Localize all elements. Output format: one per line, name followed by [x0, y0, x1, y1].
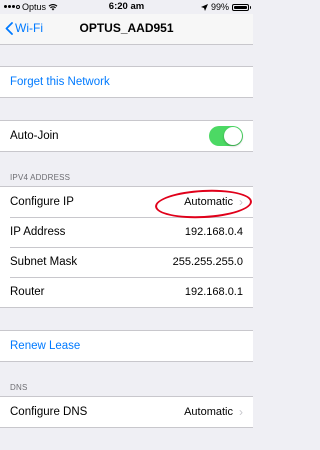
configure-dns-value: Automatic: [184, 406, 233, 418]
configure-ip-row[interactable]: Configure IP Automatic ›: [0, 187, 253, 217]
navigation-bar: Wi-Fi OPTUS_AAD951: [0, 14, 253, 45]
forget-group: Forget this Network: [0, 66, 253, 98]
configure-ip-label: Configure IP: [10, 196, 74, 208]
router-label: Router: [10, 286, 45, 298]
status-right: 99%: [200, 2, 251, 12]
page-title: OPTUS_AAD951: [79, 21, 174, 35]
chevron-right-icon: ›: [239, 195, 243, 209]
configure-dns-label: Configure DNS: [10, 406, 88, 418]
chevron-right-icon: ›: [239, 405, 243, 419]
subnet-mask-row: Subnet Mask 255.255.255.0: [0, 247, 253, 277]
dns-section-header: DNS: [10, 383, 28, 392]
configure-ip-value: Automatic: [184, 196, 233, 208]
forget-network-row[interactable]: Forget this Network: [0, 67, 253, 97]
subnet-mask-value: 255.255.255.0: [172, 256, 243, 268]
forget-network-button[interactable]: Forget this Network: [10, 76, 110, 88]
auto-join-row: Auto-Join: [0, 121, 253, 151]
status-bar: Optus 6:20 am 99%: [0, 0, 253, 14]
subnet-mask-label: Subnet Mask: [10, 256, 78, 268]
location-arrow-icon: [200, 3, 208, 11]
battery-icon: [232, 3, 251, 11]
dns-group: Configure DNS Automatic ›: [0, 396, 253, 428]
ip-address-row: IP Address 192.168.0.4: [0, 217, 253, 247]
router-value: 192.168.0.1: [184, 286, 243, 298]
toggle-knob: [224, 127, 242, 145]
battery-percent: 99%: [210, 2, 229, 12]
router-row: Router 192.168.0.1: [0, 277, 253, 307]
auto-join-toggle[interactable]: [209, 126, 243, 146]
ipv4-section-header: IPV4 ADDRESS: [10, 173, 71, 182]
ip-address-label: IP Address: [10, 226, 66, 238]
ipv4-group: Configure IP Automatic › IP Address 192.…: [0, 186, 253, 308]
ip-address-value: 192.168.0.4: [184, 226, 243, 238]
auto-join-group: Auto-Join: [0, 120, 253, 152]
renew-lease-group: Renew Lease: [0, 330, 253, 362]
configure-dns-row[interactable]: Configure DNS Automatic ›: [0, 397, 253, 427]
auto-join-label: Auto-Join: [10, 130, 59, 142]
renew-lease-row[interactable]: Renew Lease: [0, 331, 253, 361]
renew-lease-button[interactable]: Renew Lease: [10, 340, 80, 352]
